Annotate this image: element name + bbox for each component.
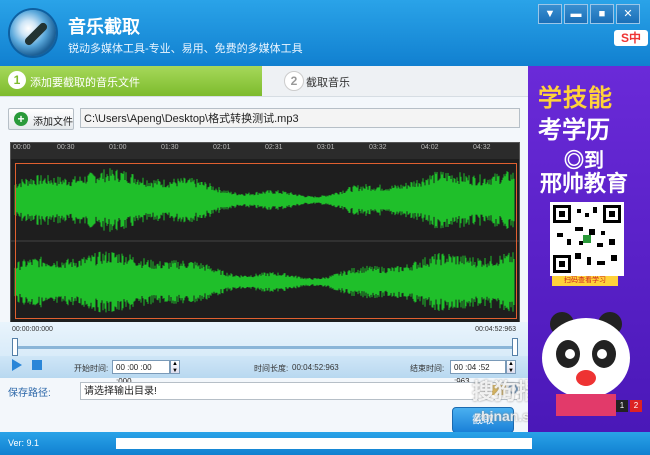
ad-page-2[interactable]: 2	[630, 400, 642, 412]
app-logo-icon	[10, 10, 56, 56]
status-bar: Ver: 9.1	[0, 432, 650, 455]
timeline-tick: 04:02	[421, 144, 439, 151]
progress-bar	[116, 438, 532, 449]
minimize-button[interactable]: ▬	[564, 4, 588, 24]
range-start-time: 00:00:00:000	[12, 326, 53, 333]
ad-banner[interactable]: 学技能 考学历 ◎到 邢帅教育 扫码查看学习 1 2	[528, 66, 650, 432]
file-path-field[interactable]: C:\Users\Apeng\Desktop\格式转换测试.mp3	[80, 108, 520, 128]
step-1-number: 1	[8, 71, 26, 89]
ad-headline-1: 学技能	[538, 78, 613, 113]
close-button[interactable]: ✕	[616, 4, 640, 24]
qr-code-icon	[550, 202, 624, 276]
ad-headline-1b: 技能	[563, 85, 613, 112]
ad-headline-2: 考学历	[538, 117, 610, 144]
window-controls: ▼ ▬ ■ ✕	[536, 4, 640, 24]
timeline-tick: 02:31	[265, 144, 283, 151]
maximize-button[interactable]: ■	[590, 4, 614, 24]
app-subtitle: 锐动多媒体工具-专业、易用、免费的多媒体工具	[68, 43, 303, 55]
range-end-time: 00:04:52:963	[475, 326, 516, 333]
sogou-ime-icon[interactable]: S中	[614, 30, 648, 46]
title-bar: 音乐截取 锐动多媒体工具-专业、易用、免费的多媒体工具 ▼ ▬ ■ ✕ S中	[0, 0, 650, 66]
step-1-label: 添加要截取的音乐文件	[30, 77, 140, 89]
output-dir-field[interactable]: 请选择输出目录!	[80, 382, 520, 400]
ad-headline-1a: 学	[538, 85, 563, 112]
app-title: 音乐截取	[68, 17, 140, 37]
end-time-field[interactable]: 00 :04 :52 :963	[450, 360, 506, 386]
main-panel: 1 添加要截取的音乐文件 2 截取音乐 + 添加文件 C:\Users\Apen…	[0, 66, 528, 432]
timeline-tick: 00:30	[57, 144, 75, 151]
timeline-ruler: 00:00 00:30 01:00 01:30 02:01 02:31 03:0…	[11, 143, 519, 159]
timeline-tick: 01:00	[109, 144, 127, 151]
play-icon[interactable]	[12, 359, 22, 371]
start-time-field[interactable]: 00 :00 :00 :000	[112, 360, 170, 386]
timeline-tick: 01:30	[161, 144, 179, 151]
start-time-spinner[interactable]: ▲ ▼	[170, 360, 180, 374]
step-2-label[interactable]: 截取音乐	[306, 74, 350, 90]
timeline-tick: 03:01	[317, 144, 335, 151]
length-label: 时间长度:	[254, 364, 289, 373]
length-value: 00:04:52:963	[292, 363, 339, 372]
start-time-label: 开始时间:	[74, 364, 109, 373]
end-time-spinner[interactable]: ▲ ▼	[506, 360, 516, 374]
selection-region[interactable]	[15, 163, 517, 319]
timeline-tick: 02:01	[213, 144, 231, 151]
stop-icon[interactable]	[32, 360, 42, 370]
scrub-track[interactable]	[14, 346, 514, 349]
step-2-number[interactable]: 2	[284, 71, 304, 91]
ad-page-1[interactable]: 1	[616, 400, 628, 412]
waveform-panel[interactable]: 00:00 00:30 01:00 01:30 02:01 02:31 03:0…	[10, 142, 520, 324]
end-time-label: 结束时间:	[410, 364, 445, 373]
end-handle[interactable]	[512, 338, 518, 356]
start-handle[interactable]	[12, 338, 18, 356]
plus-icon: +	[14, 112, 28, 126]
add-file-button[interactable]: + 添加文件	[8, 108, 74, 130]
timeline-tick: 03:32	[369, 144, 387, 151]
step-bar: 1 添加要截取的音乐文件 2 截取音乐	[0, 66, 528, 97]
menu-dropdown-button[interactable]: ▼	[538, 4, 562, 24]
ad-headline-4: 邢帅教育	[540, 171, 629, 196]
save-path-label: 保存路径:	[8, 388, 51, 399]
timeline-tick: 04:32	[473, 144, 491, 151]
version-label: Ver: 9.1	[8, 438, 40, 448]
timeline-tick: 00:00	[13, 144, 31, 151]
ad-pager: 1 2	[614, 400, 642, 412]
qr-caption: 扫码查看学习	[552, 276, 618, 286]
step-1-tab[interactable]: 1 添加要截取的音乐文件	[0, 66, 262, 96]
add-file-label: 添加文件	[33, 117, 73, 128]
